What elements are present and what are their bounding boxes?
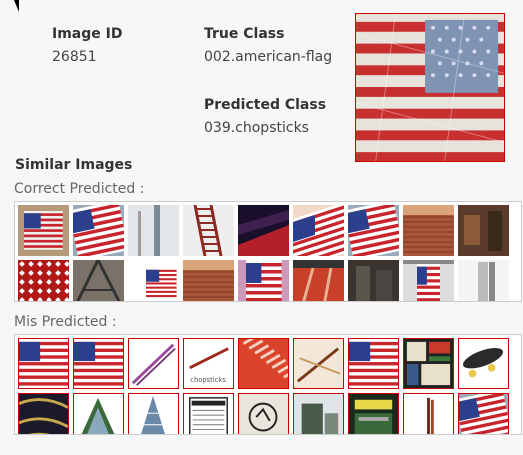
- corner-marker: [14, 0, 19, 12]
- mis-thumbnail[interactable]: [238, 393, 289, 434]
- correct-predicted-panel[interactable]: [14, 201, 522, 302]
- correct-thumbnail[interactable]: [18, 205, 69, 256]
- mis-thumbnail[interactable]: [403, 338, 454, 389]
- mis-thumbnail[interactable]: [128, 338, 179, 389]
- mis-predicted-panel[interactable]: chopsticks: [14, 334, 522, 435]
- correct-predicted-label: Correct Predicted :: [14, 181, 145, 197]
- mis-thumbnail[interactable]: chopsticks: [183, 338, 234, 389]
- flag-artwork-image: [356, 14, 504, 161]
- svg-text:chopsticks: chopsticks: [190, 376, 226, 384]
- mis-predicted-label: Mis Predicted :: [14, 314, 117, 330]
- predicted-class-value: 039.chopsticks: [204, 120, 309, 136]
- image-id-value: 26851: [52, 49, 97, 65]
- correct-thumbnail[interactable]: [348, 205, 399, 256]
- correct-thumbnail-grid: [18, 205, 509, 301]
- correct-thumbnail[interactable]: [128, 260, 179, 301]
- correct-thumbnail[interactable]: [348, 260, 399, 301]
- mis-thumbnail[interactable]: [18, 338, 69, 389]
- correct-thumbnail[interactable]: [238, 205, 289, 256]
- mis-thumbnail[interactable]: [18, 393, 69, 434]
- mis-thumbnail[interactable]: [183, 393, 234, 434]
- true-class-value: 002.american-flag: [204, 49, 333, 65]
- mis-thumbnail[interactable]: [458, 338, 509, 389]
- correct-thumbnail[interactable]: [238, 260, 289, 301]
- predicted-class-label: Predicted Class: [204, 97, 327, 113]
- correct-thumbnail[interactable]: [18, 260, 69, 301]
- image-id-label: Image ID: [52, 26, 123, 42]
- correct-thumbnail[interactable]: [293, 205, 344, 256]
- correct-thumbnail[interactable]: [458, 260, 509, 301]
- mis-thumbnail[interactable]: [73, 338, 124, 389]
- correct-thumbnail[interactable]: [73, 260, 124, 301]
- correct-thumbnail[interactable]: [73, 205, 124, 256]
- correct-thumbnail[interactable]: [458, 205, 509, 256]
- mis-thumbnail-grid: chopsticks: [18, 338, 509, 434]
- correct-thumbnail[interactable]: [128, 205, 179, 256]
- mis-thumbnail[interactable]: [73, 393, 124, 434]
- correct-thumbnail[interactable]: [183, 205, 234, 256]
- query-image[interactable]: [355, 13, 505, 162]
- correct-thumbnail[interactable]: [403, 205, 454, 256]
- mis-thumbnail[interactable]: [403, 393, 454, 434]
- mis-thumbnail[interactable]: [458, 393, 509, 434]
- mis-thumbnail[interactable]: [293, 393, 344, 434]
- similar-images-title: Similar Images: [15, 157, 133, 173]
- mis-thumbnail[interactable]: [293, 338, 344, 389]
- true-class-label: True Class: [204, 26, 285, 42]
- correct-thumbnail[interactable]: [183, 260, 234, 301]
- mis-thumbnail[interactable]: [238, 338, 289, 389]
- mis-thumbnail[interactable]: [348, 338, 399, 389]
- correct-thumbnail[interactable]: [293, 260, 344, 301]
- mis-thumbnail[interactable]: [348, 393, 399, 434]
- correct-thumbnail[interactable]: [403, 260, 454, 301]
- mis-thumbnail[interactable]: [128, 393, 179, 434]
